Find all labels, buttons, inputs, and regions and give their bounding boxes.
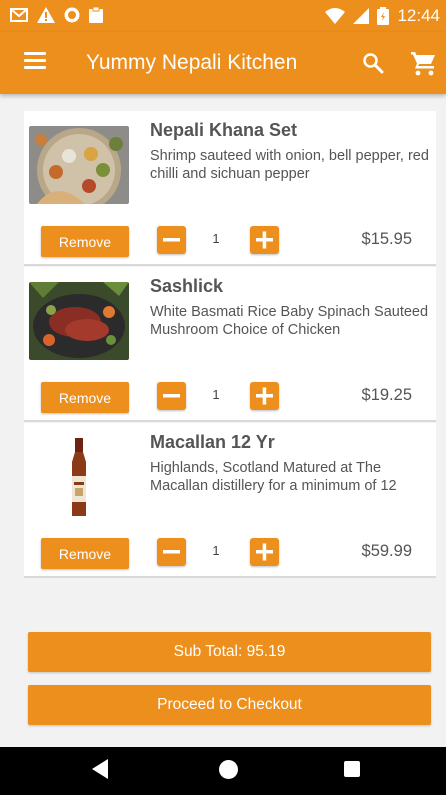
warning-icon bbox=[37, 7, 55, 23]
search-icon[interactable] bbox=[361, 51, 385, 75]
back-icon[interactable] bbox=[92, 759, 108, 779]
minus-icon bbox=[163, 238, 180, 242]
increase-quantity-button[interactable] bbox=[250, 538, 279, 566]
status-bar: 12:44 bbox=[0, 0, 446, 32]
subtotal-bar: Sub Total: 95.19 bbox=[28, 632, 431, 672]
cart-list: Nepali Khana Set Shrimp sauteed with oni… bbox=[24, 111, 436, 579]
home-icon[interactable] bbox=[219, 760, 238, 779]
minus-icon bbox=[163, 550, 180, 554]
cart-icon[interactable] bbox=[410, 49, 438, 77]
plus-icon bbox=[256, 387, 273, 405]
remove-button[interactable]: Remove bbox=[41, 538, 129, 569]
remove-button[interactable]: Remove bbox=[41, 382, 129, 413]
remove-button[interactable]: Remove bbox=[41, 226, 129, 257]
item-name: Nepali Khana Set bbox=[150, 120, 298, 140]
quantity-value: 1 bbox=[212, 231, 220, 246]
decrease-quantity-button[interactable] bbox=[157, 382, 186, 410]
item-name: Macallan 12 Yr bbox=[150, 432, 275, 452]
item-name: Sashlick bbox=[150, 276, 224, 296]
recent-apps-icon[interactable] bbox=[344, 761, 360, 777]
item-description: Shrimp sauteed with onion, bell pepper, … bbox=[150, 148, 429, 182]
item-description: White Basmati Rice Baby Spinach Sauteed … bbox=[150, 304, 429, 338]
clipboard-icon bbox=[89, 7, 103, 23]
increase-quantity-button[interactable] bbox=[250, 226, 279, 254]
signal-icon bbox=[353, 8, 370, 24]
increase-quantity-button[interactable] bbox=[250, 382, 279, 410]
food-image bbox=[29, 282, 129, 360]
cart-item: Nepali Khana Set Shrimp sauteed with oni… bbox=[24, 111, 436, 266]
record-icon bbox=[64, 7, 80, 23]
bottle-image bbox=[29, 438, 129, 516]
navigation-bar bbox=[0, 747, 446, 795]
checkout-button[interactable]: Proceed to Checkout bbox=[28, 685, 431, 725]
item-price: $59.99 bbox=[361, 542, 412, 560]
decrease-quantity-button[interactable] bbox=[157, 538, 186, 566]
status-time: 12:44 bbox=[397, 6, 440, 25]
app-title: Yummy Nepali Kitchen bbox=[86, 51, 298, 74]
decrease-quantity-button[interactable] bbox=[157, 226, 186, 254]
cart-item: Sashlick White Basmati Rice Baby Spinach… bbox=[24, 267, 436, 422]
app-bar: Yummy Nepali Kitchen bbox=[0, 32, 446, 94]
minus-icon bbox=[163, 394, 180, 398]
wifi-icon bbox=[325, 8, 346, 24]
battery-icon bbox=[377, 7, 390, 25]
menu-icon[interactable] bbox=[24, 52, 46, 70]
plus-icon bbox=[256, 231, 273, 249]
cart-item: Macallan 12 Yr Highlands, Scotland Matur… bbox=[24, 423, 436, 578]
food-image bbox=[29, 126, 129, 204]
item-description: Highlands, Scotland Matured at The Macal… bbox=[150, 460, 397, 494]
item-price: $19.25 bbox=[361, 386, 412, 404]
quantity-value: 1 bbox=[212, 543, 220, 558]
quantity-value: 1 bbox=[212, 387, 220, 402]
plus-icon bbox=[256, 543, 273, 561]
item-price: $15.95 bbox=[361, 230, 412, 248]
gmail-icon bbox=[10, 8, 28, 22]
